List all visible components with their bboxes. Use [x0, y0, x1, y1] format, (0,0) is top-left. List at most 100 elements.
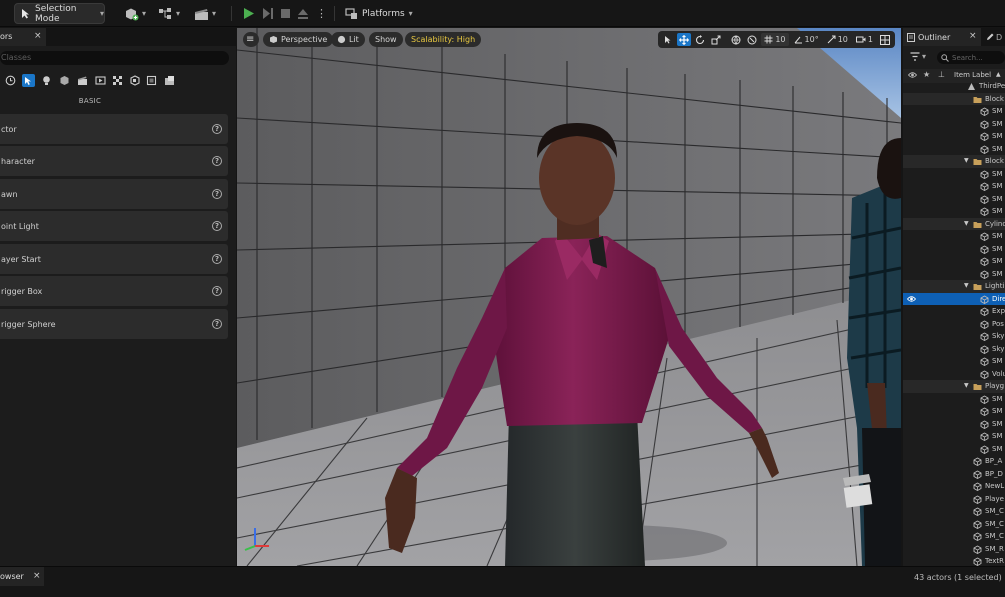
outliner-actor-row[interactable]: SM: [903, 180, 1005, 193]
expand-arrow-icon[interactable]: ▼: [964, 382, 969, 389]
geometry-category-icon[interactable]: [111, 74, 124, 87]
advance-frame-button[interactable]: [262, 5, 274, 22]
shapes-category-icon[interactable]: [58, 74, 71, 87]
outliner-actor-row[interactable]: SM_C: [903, 505, 1005, 518]
outliner-folder-row[interactable]: Block: [903, 92, 1005, 105]
viewport-layout-button[interactable]: [878, 33, 892, 46]
outliner-actor-row[interactable]: SM: [903, 143, 1005, 156]
outliner-actor-row[interactable]: BP_A: [903, 455, 1005, 468]
tab-content-browser[interactable]: owser ×: [0, 567, 44, 586]
help-icon[interactable]: ?: [212, 221, 222, 231]
outliner-actor-row[interactable]: SM: [903, 130, 1005, 143]
outliner-actor-row[interactable]: Sky: [903, 343, 1005, 356]
visibility-eye-icon[interactable]: [907, 295, 916, 303]
basic-category-icon[interactable]: [22, 74, 35, 87]
help-icon[interactable]: ?: [212, 254, 222, 264]
outliner-search-input[interactable]: Search...: [937, 51, 1005, 64]
scalability-warning-button[interactable]: Scalability: High: [405, 32, 482, 47]
outliner-actor-row[interactable]: SM: [903, 418, 1005, 431]
visual-effects-category-icon[interactable]: [94, 74, 107, 87]
expand-arrow-icon[interactable]: ▼: [964, 157, 969, 164]
item-label-header[interactable]: Item Label: [954, 71, 991, 79]
outliner-folder-row[interactable]: ▼ Lightin: [903, 280, 1005, 293]
outliner-actor-row[interactable]: Pos: [903, 318, 1005, 331]
actor-item-point-light[interactable]: oint Light ?: [0, 211, 228, 241]
rotate-tool[interactable]: [693, 33, 707, 46]
actor-item-pawn[interactable]: awn ?: [0, 179, 228, 209]
close-icon[interactable]: ×: [969, 31, 977, 41]
tab-place-actors[interactable]: ors ×: [0, 28, 46, 46]
help-icon[interactable]: ?: [212, 189, 222, 199]
outliner-actor-row[interactable]: SM: [903, 255, 1005, 268]
move-tool[interactable]: [677, 33, 692, 46]
help-icon[interactable]: ?: [212, 286, 222, 296]
outliner-actor-row[interactable]: Dire: [903, 292, 1005, 305]
world-space-toggle[interactable]: [729, 33, 743, 46]
eject-button[interactable]: [297, 5, 309, 22]
actor-item-player-start[interactable]: ayer Start ?: [0, 244, 228, 274]
close-icon[interactable]: ×: [34, 31, 42, 41]
outliner-actor-row[interactable]: SM: [903, 393, 1005, 406]
visibility-column-icon[interactable]: [908, 71, 917, 79]
select-tool[interactable]: [661, 33, 675, 46]
tab-outliner[interactable]: Outliner ×: [903, 28, 981, 46]
outliner-actor-row[interactable]: SM: [903, 105, 1005, 118]
show-button[interactable]: Show: [369, 32, 403, 47]
camera-speed-button[interactable]: 1: [853, 33, 876, 46]
outliner-actor-row[interactable]: SM_R: [903, 543, 1005, 556]
filter-button[interactable]: ▾: [910, 52, 926, 61]
expand-arrow-icon[interactable]: ▼: [964, 282, 969, 289]
scale-tool[interactable]: [709, 33, 723, 46]
outliner-actor-row[interactable]: SM: [903, 230, 1005, 243]
selection-mode-dropdown[interactable]: Selection Mode ▾: [14, 3, 105, 24]
view-mode-button[interactable]: Lit: [331, 32, 365, 47]
rotation-snap-toggle[interactable]: 10°: [791, 33, 822, 46]
more-category-icon[interactable]: [163, 74, 176, 87]
outliner-actor-row[interactable]: NewL: [903, 480, 1005, 493]
outliner-actor-row[interactable]: SM: [903, 243, 1005, 256]
expand-arrow-icon[interactable]: ▼: [964, 220, 969, 227]
favorite-star-icon[interactable]: ★: [923, 70, 930, 79]
play-options-button[interactable]: ⋮: [316, 5, 327, 22]
outliner-actor-row[interactable]: SM: [903, 168, 1005, 181]
close-icon[interactable]: ×: [33, 571, 41, 581]
outliner-actor-row[interactable]: Exp: [903, 305, 1005, 318]
search-classes-input[interactable]: Classes: [0, 51, 229, 65]
perspective-button[interactable]: Perspective: [263, 32, 334, 47]
cinematic-category-icon[interactable]: [76, 74, 89, 87]
outliner-actor-row[interactable]: SM: [903, 268, 1005, 281]
recent-category-icon[interactable]: [4, 74, 17, 87]
outliner-actor-row[interactable]: SM: [903, 118, 1005, 131]
outliner-actor-row[interactable]: SM_C: [903, 530, 1005, 543]
actor-item-character[interactable]: haracter ?: [0, 146, 228, 176]
help-icon[interactable]: ?: [212, 319, 222, 329]
outliner-actor-row[interactable]: SM: [903, 405, 1005, 418]
outliner-actor-row[interactable]: SM_C: [903, 518, 1005, 531]
outliner-actor-row[interactable]: SM: [903, 443, 1005, 456]
outliner-folder-row[interactable]: ▼ Block: [903, 155, 1005, 168]
outliner-actor-row[interactable]: BP_D: [903, 468, 1005, 481]
volumes-category-icon[interactable]: [128, 74, 141, 87]
add-actor-button[interactable]: ▾: [124, 5, 146, 22]
outliner-actor-row[interactable]: SM: [903, 355, 1005, 368]
outliner-actor-row[interactable]: ThirdPe: [903, 80, 1005, 93]
outliner-actor-row[interactable]: Volu: [903, 368, 1005, 381]
lights-category-icon[interactable]: [40, 74, 53, 87]
play-button[interactable]: [243, 5, 255, 22]
outliner-folder-row[interactable]: ▼ Playg: [903, 380, 1005, 393]
actor-item-empty-actor[interactable]: ctor ?: [0, 114, 228, 144]
pin-icon[interactable]: ⊥: [938, 70, 945, 79]
viewport-menu-button[interactable]: ≡: [243, 32, 259, 47]
outliner-actor-row[interactable]: SM: [903, 193, 1005, 206]
grid-snap-toggle[interactable]: 10: [761, 33, 789, 46]
stop-button[interactable]: [280, 5, 291, 22]
tab-details[interactable]: D: [983, 28, 1005, 46]
blueprints-button[interactable]: ▾: [158, 5, 180, 22]
help-icon[interactable]: ?: [212, 124, 222, 134]
level-viewport[interactable]: ≡ Perspective Lit Show Scalability: High…: [237, 28, 901, 566]
outliner-actor-row[interactable]: Sky: [903, 330, 1005, 343]
outliner-actor-row[interactable]: SM: [903, 205, 1005, 218]
all-classes-category-icon[interactable]: [145, 74, 158, 87]
cinematics-button[interactable]: ▾: [194, 5, 216, 22]
actor-item-trigger-sphere[interactable]: rigger Sphere ?: [0, 309, 228, 339]
